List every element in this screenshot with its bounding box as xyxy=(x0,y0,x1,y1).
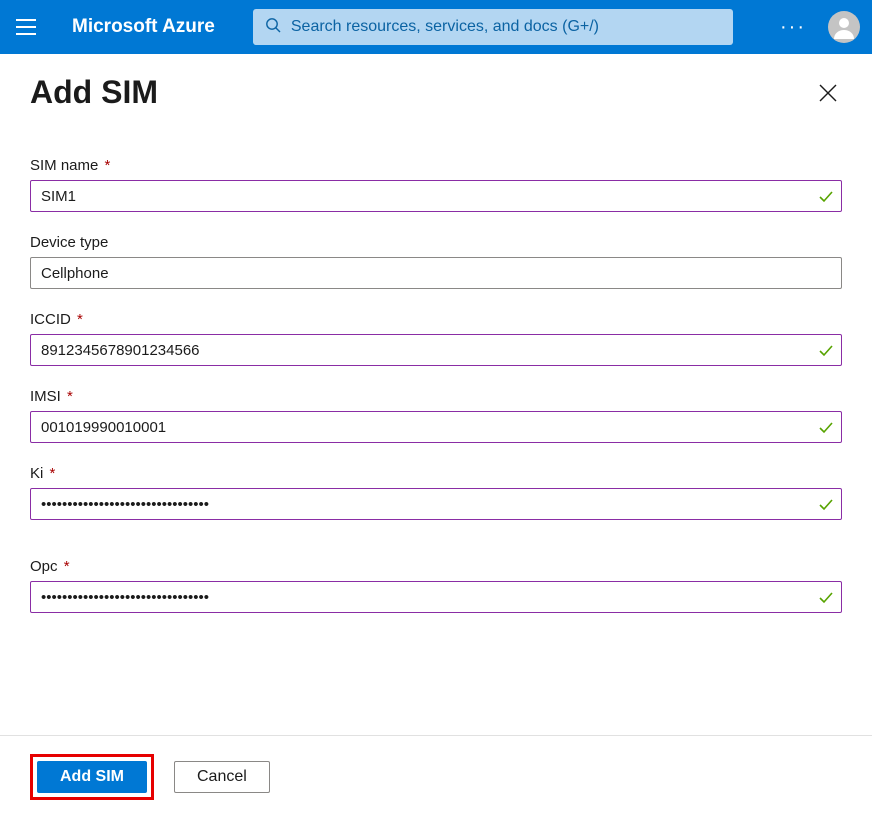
hamburger-icon[interactable] xyxy=(12,13,40,41)
field-device-type: Device type xyxy=(30,234,842,289)
input-opc[interactable] xyxy=(30,581,842,613)
label-sim-name: SIM name * xyxy=(30,157,842,174)
input-device-type[interactable] xyxy=(30,257,842,289)
label-device-type: Device type xyxy=(30,234,842,251)
input-imsi[interactable] xyxy=(30,411,842,443)
cancel-button[interactable]: Cancel xyxy=(174,761,270,793)
field-ki: Ki * xyxy=(30,465,842,520)
check-icon xyxy=(818,188,834,204)
more-menu[interactable]: ··· xyxy=(772,16,814,39)
search-input[interactable] xyxy=(291,18,721,36)
check-icon xyxy=(818,496,834,512)
brand-name[interactable]: Microsoft Azure xyxy=(72,16,215,38)
input-ki[interactable] xyxy=(30,488,842,520)
label-imsi: IMSI * xyxy=(30,388,842,405)
field-iccid: ICCID * xyxy=(30,311,842,366)
label-ki: Ki * xyxy=(30,465,842,482)
field-sim-name: SIM name * xyxy=(30,157,842,212)
panel-title: Add SIM xyxy=(30,74,158,111)
field-opc: Opc * xyxy=(30,558,842,613)
close-icon[interactable] xyxy=(814,79,842,107)
label-iccid: ICCID * xyxy=(30,311,842,328)
field-imsi: IMSI * xyxy=(30,388,842,443)
label-opc: Opc * xyxy=(30,558,842,575)
check-icon xyxy=(818,419,834,435)
highlight-add-sim: Add SIM xyxy=(30,754,154,800)
add-sim-button[interactable]: Add SIM xyxy=(37,761,147,793)
check-icon xyxy=(818,342,834,358)
input-sim-name[interactable] xyxy=(30,180,842,212)
search-icon xyxy=(265,17,281,38)
global-header: Microsoft Azure ··· xyxy=(0,0,872,54)
user-avatar[interactable] xyxy=(828,11,860,43)
input-iccid[interactable] xyxy=(30,334,842,366)
footer: Add SIM Cancel xyxy=(0,735,872,822)
check-icon xyxy=(818,589,834,605)
global-search[interactable] xyxy=(253,9,733,45)
form: SIM name * Device type ICCID * IMSI * xyxy=(0,117,872,613)
panel-header: Add SIM xyxy=(0,54,872,117)
